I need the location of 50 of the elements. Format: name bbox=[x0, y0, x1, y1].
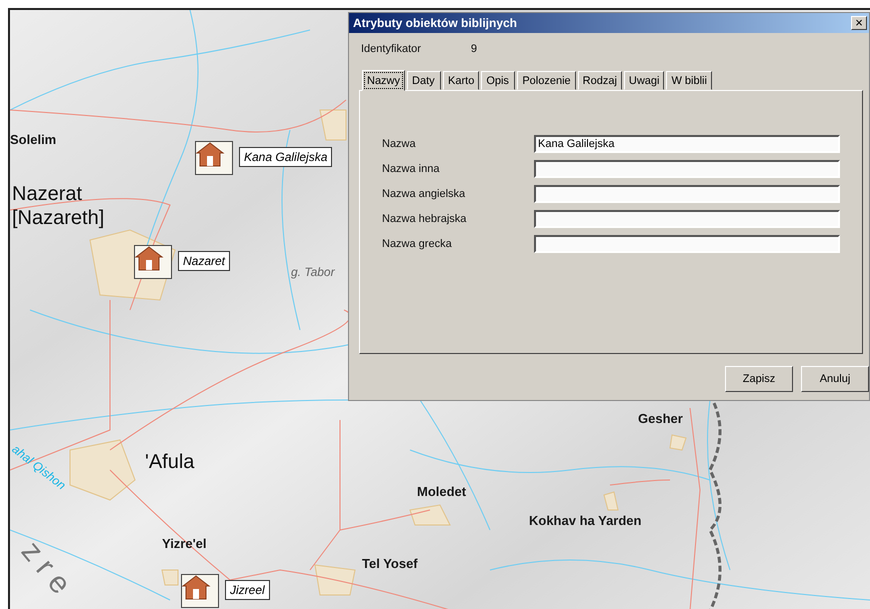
tab[interactable]: Opis bbox=[481, 71, 516, 90]
field-label: Nazwa grecka bbox=[382, 238, 453, 250]
marker-label: Kana Galilejska bbox=[239, 147, 332, 167]
tab[interactable]: Karto bbox=[443, 71, 480, 90]
tab[interactable]: Polozenie bbox=[517, 71, 576, 90]
place-label: Moledet bbox=[417, 484, 466, 499]
dialog-button[interactable]: Anuluj bbox=[801, 366, 869, 392]
field-label: Nazwa inna bbox=[382, 163, 440, 175]
field-label: Nazwa angielska bbox=[382, 188, 466, 200]
city-label: 'Afula bbox=[145, 450, 196, 474]
place-label: Tel Yosef bbox=[362, 556, 418, 571]
tab[interactable]: Rodzaj bbox=[578, 71, 622, 90]
marker-label: Jizreel bbox=[225, 580, 270, 600]
field-label: Nazwa bbox=[382, 138, 417, 150]
place-label: Solelim bbox=[10, 132, 56, 147]
text-field[interactable] bbox=[534, 185, 840, 203]
place-label: Gesher bbox=[638, 411, 683, 426]
identifier-label: Identyfikator bbox=[361, 43, 421, 57]
text-field[interactable] bbox=[534, 160, 840, 178]
town-area bbox=[409, 504, 451, 526]
house-marker[interactable] bbox=[195, 141, 233, 175]
place-label: Yizre'el bbox=[162, 536, 207, 551]
text-field[interactable] bbox=[534, 235, 840, 253]
marker-label: Nazaret bbox=[178, 251, 230, 271]
place-label: Kokhav ha Yarden bbox=[529, 513, 642, 528]
house-icon bbox=[181, 574, 211, 600]
text-field[interactable] bbox=[534, 210, 840, 228]
tab[interactable]: Uwagi bbox=[624, 71, 664, 90]
town-area bbox=[314, 564, 356, 596]
dialog-button[interactable]: Zapisz bbox=[725, 366, 793, 392]
house-icon bbox=[195, 141, 225, 167]
town-area bbox=[70, 439, 136, 501]
city-label: Nazerat [Nazareth] bbox=[12, 182, 106, 230]
house-marker[interactable] bbox=[181, 574, 219, 608]
region-label: zre bbox=[14, 535, 82, 608]
tab[interactable]: Daty bbox=[407, 71, 442, 90]
house-marker[interactable] bbox=[134, 245, 172, 279]
tab[interactable]: W biblii bbox=[666, 71, 712, 90]
identifier-value: 9 bbox=[470, 43, 478, 57]
house-icon bbox=[134, 245, 164, 271]
field-label: Nazwa hebrajska bbox=[382, 213, 468, 225]
town-area bbox=[603, 491, 619, 510]
town-area bbox=[161, 570, 178, 586]
mountain-label: g. Tabor bbox=[291, 265, 335, 279]
dialog-title: Atrybuty obiektów biblijnych bbox=[353, 16, 518, 30]
text-field[interactable]: Kana Galilejska bbox=[534, 135, 840, 153]
road bbox=[610, 480, 670, 486]
close-button[interactable]: × bbox=[851, 16, 867, 30]
tab[interactable]: Nazwy bbox=[362, 70, 406, 91]
town-area bbox=[669, 434, 687, 451]
